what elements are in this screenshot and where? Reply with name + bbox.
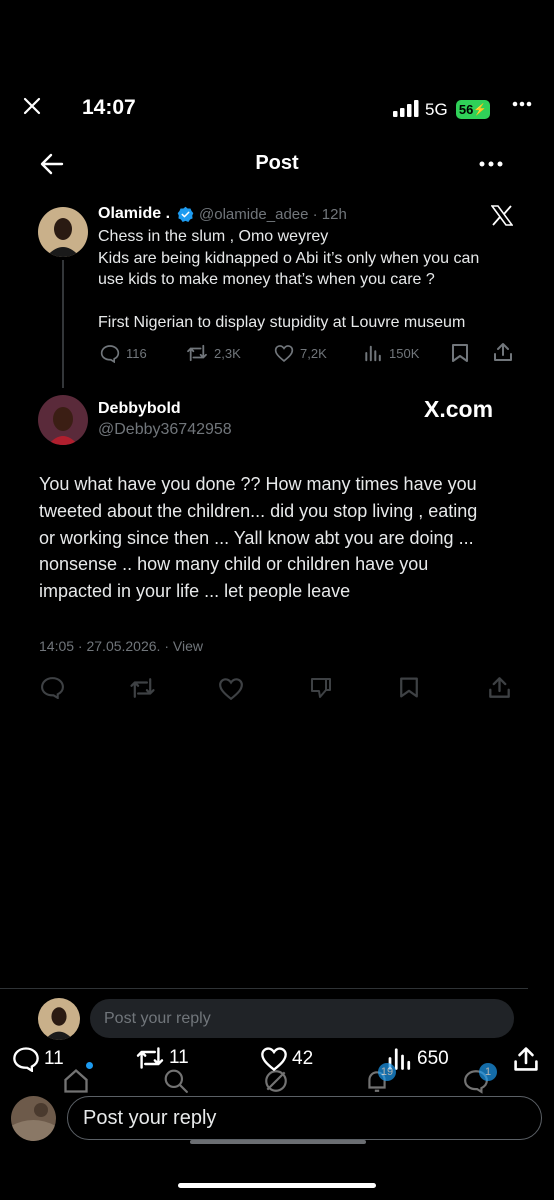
messages-badge: 1	[479, 1063, 497, 1081]
author-handle[interactable]: @olamide_adee · 12h	[199, 206, 347, 223]
tweet-text-line: nonsense .. how many child or children h…	[39, 554, 429, 574]
repost-icon	[136, 1047, 164, 1069]
page-title: Post	[255, 152, 299, 174]
tweet-text-line: Kids are being kidnapped o Abi it’s only…	[98, 250, 480, 267]
reply-icon[interactable]	[40, 676, 65, 699]
repost-stat[interactable]: 11	[135, 1046, 189, 1070]
reply-input[interactable]: Post your reply	[67, 1096, 542, 1140]
avatar[interactable]	[38, 207, 88, 257]
author-name[interactable]: Olamide .	[98, 205, 170, 223]
signal-icon	[393, 100, 419, 117]
more-icon[interactable]	[512, 101, 532, 107]
author-name[interactable]: Debbybold	[98, 400, 181, 418]
like-count: 7,2K	[300, 345, 327, 361]
repost-count: 2,3K	[214, 345, 241, 361]
heart-icon[interactable]	[218, 677, 244, 700]
tweet-timestamp: 14:05 · 27.05.2026. · View	[39, 638, 203, 654]
repost-icon	[187, 344, 207, 362]
status-time: 14:07	[82, 96, 136, 119]
reply-action[interactable]: 116	[100, 344, 147, 363]
author-handle[interactable]: @Debby36742958	[98, 421, 232, 439]
like-count: 42	[292, 1047, 314, 1069]
scroll-indicator	[190, 1140, 366, 1144]
dislike-icon[interactable]	[309, 676, 333, 700]
thread-line	[62, 260, 64, 388]
home-indicator	[178, 1183, 376, 1188]
avatar[interactable]	[38, 395, 88, 445]
reply-icon	[13, 1047, 39, 1072]
search-icon[interactable]	[163, 1068, 189, 1094]
avatar	[38, 998, 80, 1040]
reply-input[interactable]: Post your reply	[90, 999, 514, 1038]
share-icon[interactable]	[513, 1046, 539, 1072]
battery-icon: 56 ⚡	[456, 100, 490, 119]
views-stat[interactable]: 650	[387, 1046, 449, 1071]
x-logo-icon	[491, 205, 513, 226]
tweet-text-line: use kids to make money that’s when you c…	[98, 271, 435, 288]
tweet-text-line: You what have you done ?? How many times…	[39, 474, 477, 494]
reply-count: 11	[44, 1048, 64, 1069]
views-count: 150K	[389, 345, 420, 361]
grok-icon[interactable]	[263, 1068, 289, 1094]
home-dot	[86, 1062, 93, 1069]
close-icon[interactable]	[22, 96, 42, 116]
tweet-text-line: First Nigerian to display stupidity at L…	[98, 314, 466, 331]
repost-icon[interactable]	[129, 677, 156, 699]
share-icon[interactable]	[493, 342, 513, 362]
views-count: 650	[417, 1047, 449, 1069]
battery-level: 56	[458, 102, 474, 117]
tweet-text-line: tweeted about the children... did you st…	[39, 501, 478, 521]
xcom-watermark: X.com	[424, 396, 494, 422]
bookmark-icon[interactable]	[451, 343, 469, 363]
repost-action[interactable]: 2,3K	[186, 344, 241, 362]
reply-count: 116	[126, 346, 147, 361]
views-action[interactable]: 150K	[364, 344, 419, 362]
views-icon	[365, 345, 381, 362]
bookmark-icon[interactable]	[399, 676, 419, 699]
tweet-text-line: Chess in the slum , Omo weyrey	[98, 228, 329, 245]
reply-icon	[100, 345, 120, 363]
repost-count: 11	[169, 1047, 189, 1068]
notifications-badge: 19	[378, 1063, 396, 1081]
heart-icon	[274, 345, 294, 362]
tweet-text-line: impacted in your life ... let people lea…	[39, 581, 351, 601]
like-action[interactable]: 7,2K	[274, 344, 327, 362]
divider	[0, 988, 528, 989]
home-icon[interactable]	[62, 1068, 90, 1094]
network-label: 5G	[425, 100, 448, 119]
share-icon[interactable]	[488, 676, 511, 699]
reply-stat[interactable]: 11	[12, 1046, 64, 1072]
avatar	[11, 1096, 56, 1141]
post-options-icon[interactable]	[479, 161, 503, 167]
verified-badge-icon	[177, 206, 194, 223]
tweet-text-line: or working since then ... Yall know abt …	[39, 528, 474, 548]
